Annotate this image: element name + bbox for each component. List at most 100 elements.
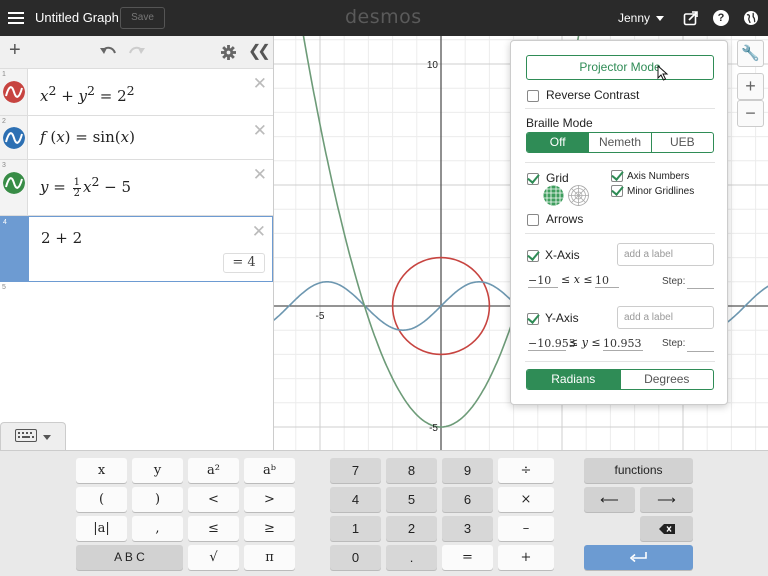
polar-grid-icon[interactable] [568,185,589,206]
x-min-input[interactable]: −10 [528,274,558,288]
expression-latex[interactable]: y = 1 2 x2 − 5 [40,174,131,199]
braille-nemeth-option[interactable]: Nemeth [588,133,650,152]
expression-row[interactable]: 4 2 + 2 ✕ = 4 [0,216,273,282]
key-less-equal[interactable]: ≤ [188,516,239,541]
graph-title[interactable]: Untitled Graph [35,10,119,25]
grid-checkbox[interactable]: Grid [527,171,569,185]
expression-row[interactable]: 3 y = 1 2 x2 − 5 ✕ [0,160,273,216]
key-absolute-value[interactable]: |a| [76,516,127,541]
key-open-paren[interactable]: ( [76,487,127,512]
wrench-icon[interactable]: 🔧 [737,40,764,67]
key-minus[interactable]: – [498,516,554,541]
delete-expression-icon[interactable]: ✕ [253,75,267,92]
reverse-contrast-checkbox[interactable]: Reverse Contrast [527,88,639,102]
x-max-input[interactable]: 10 [595,274,619,288]
expression-row[interactable]: 5 [0,282,273,312]
arrows-checkbox[interactable]: Arrows [527,212,583,226]
key-multiply[interactable]: × [498,487,554,512]
share-icon[interactable] [683,10,699,26]
save-button[interactable]: Save [120,7,165,29]
angle-mode-selector: Radians Degrees [526,369,714,390]
key-x[interactable]: x [76,458,127,483]
key-y[interactable]: y [132,458,183,483]
projector-mode-button[interactable]: Projector Mode [526,55,714,80]
y-axis-checkbox[interactable]: Y-Axis [527,311,579,325]
evaluation-result: = 4 [223,253,265,273]
key-greater-than[interactable]: > [244,487,295,512]
key-decimal[interactable]: . [386,545,437,570]
x-axis-label-input[interactable]: add a label [617,243,714,266]
expression-latex[interactable]: f (x) = sin(x) [40,128,135,146]
key-a-squared[interactable]: a² [188,458,239,483]
delete-expression-icon[interactable]: ✕ [253,122,267,139]
key-divide[interactable]: ÷ [498,458,554,483]
y-max-input[interactable]: 10.953 [603,337,643,351]
key-left-arrow[interactable]: ⟵ [584,487,635,512]
key-6[interactable]: 6 [442,487,493,512]
add-item-icon[interactable]: + [9,40,21,60]
red-curve-icon[interactable] [3,81,25,103]
key-0[interactable]: 0 [330,545,381,570]
key-8[interactable]: 8 [386,458,437,483]
delete-expression-icon[interactable]: ✕ [252,223,266,240]
user-menu[interactable]: Jenny [618,11,665,25]
checkbox-icon [611,185,623,197]
key-7[interactable]: 7 [330,458,381,483]
braille-ueb-option[interactable]: UEB [650,133,713,152]
x-axis-label: X-Axis [545,248,580,262]
backspace-key[interactable] [640,516,693,541]
key-close-paren[interactable]: ) [132,487,183,512]
key-less-than[interactable]: < [188,487,239,512]
key-sqrt[interactable]: √ [188,545,239,570]
zoom-out-button[interactable]: − [737,100,764,127]
minor-gridlines-checkbox[interactable]: Minor Gridlines [611,185,694,197]
braille-off-option[interactable]: Off [527,133,589,152]
y-axis-label-input[interactable]: add a label [617,306,714,329]
key-comma[interactable]: , [132,516,183,541]
divider [525,162,715,163]
arrows-label: Arrows [546,212,584,226]
top-bar: Untitled Graph Save desmos Jenny ? [0,0,768,36]
axis-numbers-checkbox[interactable]: Axis Numbers [611,170,689,182]
keyboard-toggle-button[interactable] [0,422,66,450]
expression-row[interactable]: 1 x2 + y2 = 22 ✕ [0,69,273,116]
x-axis-checkbox[interactable]: X-Axis [527,248,580,262]
delete-expression-icon[interactable]: ✕ [253,166,267,183]
undo-icon[interactable] [100,45,117,59]
key-1[interactable]: 1 [330,516,381,541]
key-abc[interactable]: A B C [76,545,183,570]
zoom-in-button[interactable]: + [737,73,764,100]
expression-latex[interactable]: 2 + 2 [41,229,82,247]
key-2[interactable]: 2 [386,516,437,541]
radians-option[interactable]: Radians [527,370,620,389]
key-plus[interactable]: + [498,545,554,570]
green-curve-icon[interactable] [3,172,25,194]
expression-latex[interactable]: x2 + y2 = 22 [40,83,135,105]
key-3[interactable]: 3 [442,516,493,541]
braille-mode-selector: Off Nemeth UEB [526,132,714,153]
key-9[interactable]: 9 [442,458,493,483]
hamburger-menu-icon[interactable] [8,9,24,27]
gear-icon[interactable] [221,45,236,60]
key-equals[interactable]: = [442,545,493,570]
x-step-input[interactable] [687,288,714,289]
redo-icon[interactable] [128,45,145,59]
help-icon[interactable]: ? [713,10,729,26]
caret-down-icon [43,435,51,440]
collapse-panel-icon[interactable]: ❮❮ [248,43,271,60]
key-4[interactable]: 4 [330,487,381,512]
functions-button[interactable]: functions [584,458,693,483]
cartesian-grid-icon[interactable] [543,185,564,206]
y-min-input[interactable]: −10.953 [528,337,576,351]
expression-row[interactable]: 2 f (x) = sin(x) ✕ [0,116,273,160]
key-right-arrow[interactable]: ⟶ [640,487,693,512]
y-step-input[interactable] [687,351,714,352]
degrees-option[interactable]: Degrees [619,370,714,389]
key-5[interactable]: 5 [386,487,437,512]
blue-curve-icon[interactable] [3,127,25,149]
key-greater-equal[interactable]: ≥ [244,516,295,541]
globe-icon[interactable] [743,10,759,26]
key-a-power-b[interactable]: aᵇ [244,458,295,483]
key-pi[interactable]: π [244,545,295,570]
enter-key[interactable] [584,545,693,570]
